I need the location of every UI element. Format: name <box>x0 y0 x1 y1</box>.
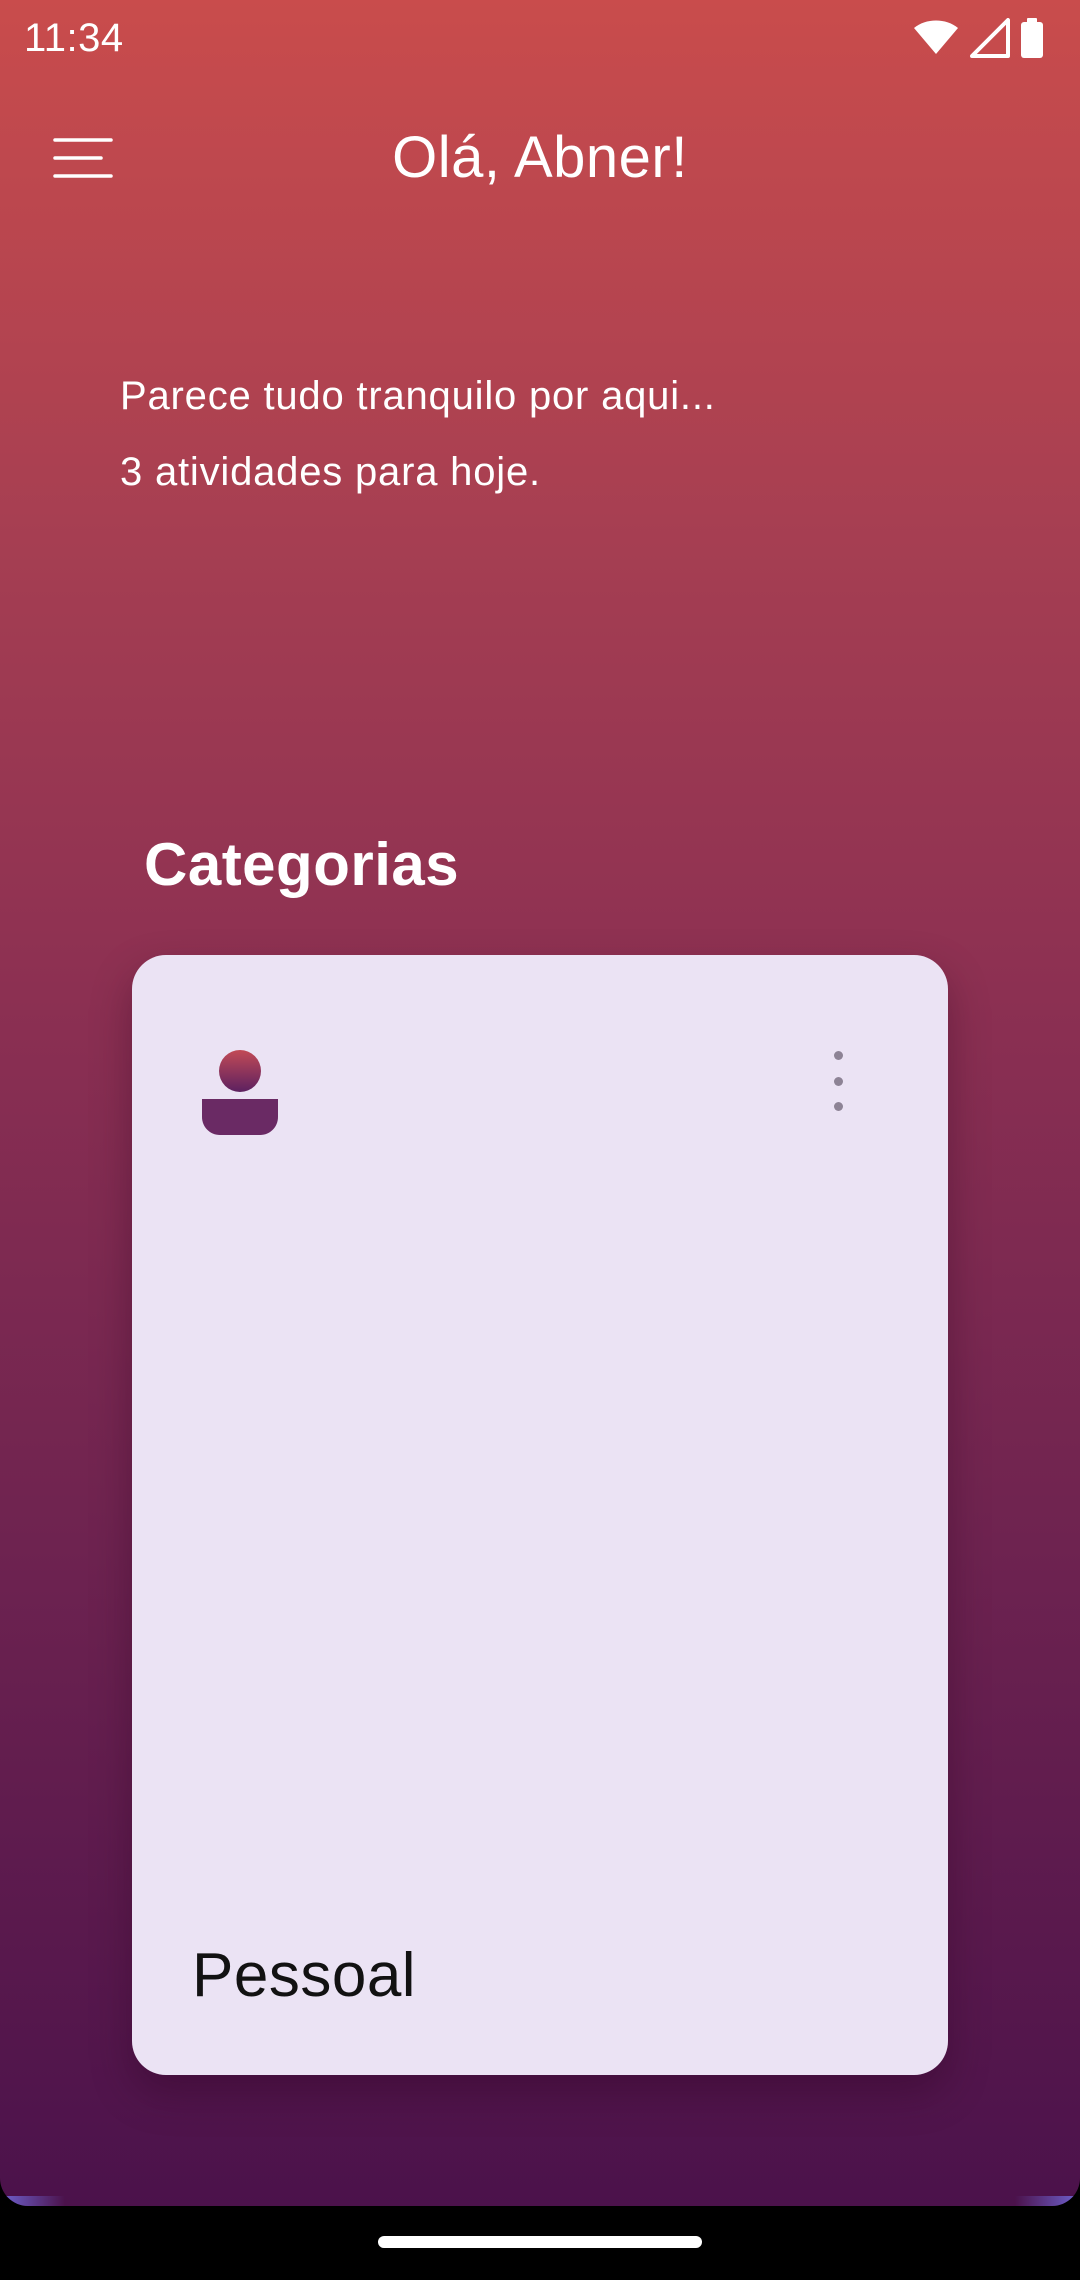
top-app-bar: Olá, Abner! <box>0 100 1080 220</box>
category-card-pessoal[interactable]: Pessoal <box>132 955 948 2075</box>
battery-icon <box>1020 18 1044 58</box>
category-card-label: Pessoal <box>192 1941 417 2010</box>
more-vert-icon-dot <box>833 1076 843 1086</box>
daily-summary: Parece tudo tranquilo por aqui... 3 ativ… <box>120 358 716 510</box>
app-screen: 11:34 Olá, Abner! Parece tudo tranquilo … <box>0 0 1080 2206</box>
cell-signal-icon <box>970 18 1010 58</box>
wifi-icon <box>912 20 960 56</box>
person-icon <box>202 1049 278 1135</box>
status-bar: 11:34 <box>0 0 1080 76</box>
more-vert-icon-dot <box>833 1102 843 1111</box>
categories-heading: Categorias <box>144 831 460 898</box>
status-time: 11:34 <box>24 16 124 60</box>
summary-line-status: Parece tudo tranquilo por aqui... <box>120 374 716 418</box>
more-options-button[interactable] <box>818 1051 858 1111</box>
screen-edge <box>0 2196 1080 2206</box>
greeting-title: Olá, Abner! <box>392 125 688 190</box>
more-vert-icon-dot <box>833 1051 843 1060</box>
summary-line-activities: 3 atividades para hoje. <box>120 450 541 494</box>
status-icons <box>912 16 1044 60</box>
gesture-nav-handle[interactable] <box>378 2236 702 2248</box>
